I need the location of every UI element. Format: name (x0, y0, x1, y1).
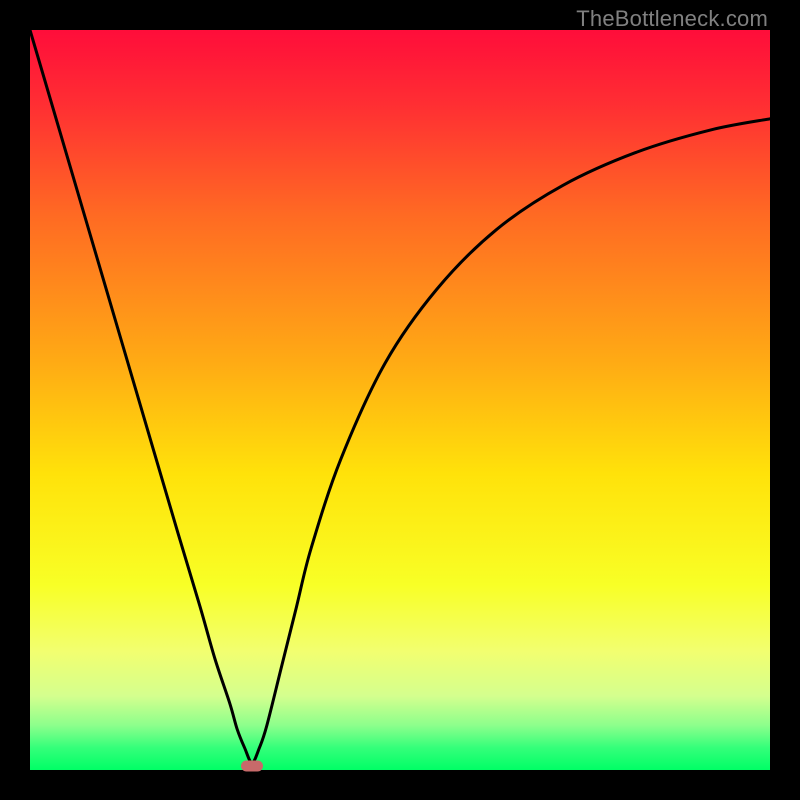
bottleneck-curve (30, 30, 770, 770)
plot-area (30, 30, 770, 770)
chart-frame: TheBottleneck.com (0, 0, 800, 800)
optimal-point-marker (241, 761, 263, 772)
watermark-text: TheBottleneck.com (576, 6, 768, 32)
